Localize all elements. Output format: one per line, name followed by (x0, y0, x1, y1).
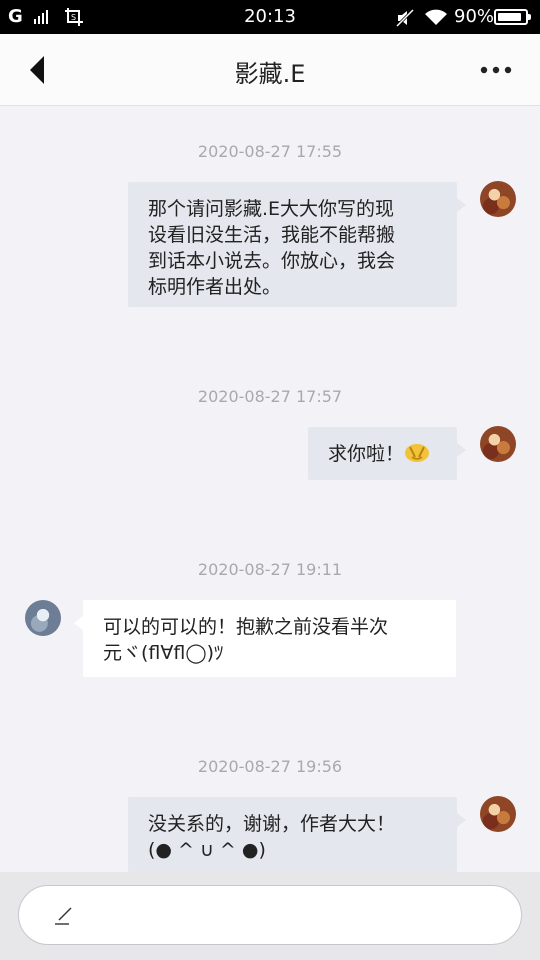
avatar[interactable] (480, 181, 516, 217)
compose-bar (0, 872, 540, 960)
battery-icon (494, 9, 531, 25)
wifi-icon (425, 9, 447, 25)
avatar[interactable] (480, 796, 516, 832)
chat-header: 影藏.E (0, 34, 540, 106)
message-line: 没关系的，谢谢，作者大大！ (148, 813, 396, 835)
pen-icon (55, 907, 72, 925)
battery-percent: 90% (454, 6, 495, 27)
message-timestamp: 2020-08-27 17:55 (197, 142, 343, 161)
pleading-hands-emoji (405, 444, 430, 462)
message-timestamp: 2020-08-27 19:11 (197, 560, 343, 579)
message-line: 那个请问影藏.E大大你写的现 (148, 198, 395, 220)
message-line: 标明作者出处。 (148, 276, 282, 298)
avatar[interactable] (25, 600, 61, 636)
message-text: 求你啦！ (328, 443, 405, 465)
battery-level (498, 13, 522, 21)
message-bubble-incoming[interactable]: 可以的可以的！抱歉之前没看半次 元ヾ(ﬂ∀ﬂ◯)ﾂ (74, 600, 456, 677)
message-bubble-outgoing[interactable]: 那个请问影藏.E大大你写的现 设看旧没生活，我能不能帮搬 到话本小说去。你放心，… (128, 182, 466, 307)
chat-title: 影藏.E (234, 60, 306, 88)
message-line: 可以的可以的！抱歉之前没看半次 (103, 616, 389, 638)
message-line: 设看旧没生活，我能不能帮搬 (148, 224, 396, 246)
message-timestamp: 2020-08-27 17:57 (197, 387, 343, 406)
message-bubble-outgoing[interactable]: 没关系的，谢谢，作者大大！ (● ^ ∪ ^ ●) (128, 797, 466, 872)
message-line: 元ヾ(ﬂ∀ﬂ◯)ﾂ (103, 642, 224, 664)
mute-icon (395, 8, 415, 28)
message-timestamp: 2020-08-27 19:56 (197, 757, 343, 776)
more-options-icon[interactable] (476, 58, 516, 82)
message-line: (● ^ ∪ ^ ●) (148, 839, 266, 861)
message-bubble-outgoing[interactable]: 求你啦！ (308, 427, 466, 480)
avatar[interactable] (480, 426, 516, 462)
message-line: 到话本小说去。你放心，我会 (148, 250, 396, 272)
status-bar: G S 20:13 90% (0, 0, 540, 34)
message-input[interactable] (18, 885, 522, 945)
